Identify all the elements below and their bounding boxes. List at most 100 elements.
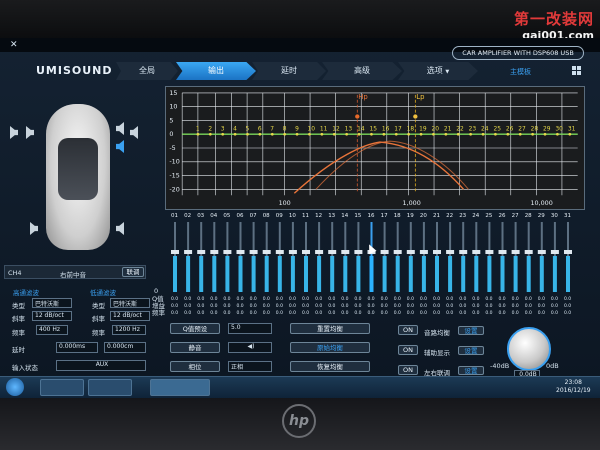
eq-point-handle[interactable] (258, 132, 262, 136)
master-volume-knob[interactable] (507, 327, 551, 371)
eq-point-handle[interactable] (357, 132, 361, 136)
eq-point-handle[interactable] (469, 132, 473, 136)
fader-knob[interactable] (524, 250, 533, 254)
fader-knob[interactable] (197, 250, 206, 254)
q-preset-input[interactable]: 5.0 (228, 323, 272, 334)
tab-global[interactable]: 全局 (116, 62, 178, 80)
grid-icon[interactable] (572, 66, 581, 75)
eq-point-handle[interactable] (432, 132, 435, 136)
eq-graph[interactable]: 151050-5-10-15-20 100 1,000 10,000 1234567… (165, 86, 585, 210)
lr-link-toggle[interactable]: ON (398, 365, 418, 375)
hp-slope-select[interactable]: 12 dB/oct (32, 311, 72, 321)
phase-select[interactable]: 正相 (228, 361, 272, 372)
fader-knob[interactable] (302, 250, 310, 254)
eq-point-handle[interactable] (518, 132, 522, 136)
eq-point-handle[interactable] (481, 132, 485, 136)
eq-point-handle[interactable] (394, 132, 398, 136)
lp-slope-select[interactable]: 12 dB/oct (110, 311, 150, 321)
delay-cm-input[interactable]: 0.000cm (104, 342, 146, 353)
fader-knob[interactable] (511, 250, 520, 254)
eq-link-toggle[interactable]: ON (398, 325, 418, 335)
fader-knob[interactable] (210, 250, 219, 254)
fader-knob[interactable] (275, 250, 284, 254)
lr-link-settings[interactable]: 设置 (458, 366, 484, 375)
restore-eq-button[interactable]: 恢复均衡 (290, 361, 370, 372)
taskbar-item[interactable] (88, 379, 132, 396)
fader-knob[interactable] (446, 250, 455, 254)
hp-freq-input[interactable]: 400 Hz (36, 325, 68, 335)
fader-knob[interactable] (472, 250, 481, 254)
mute-toggle[interactable]: ◀) (228, 342, 272, 353)
fader-knob[interactable] (354, 250, 363, 254)
eq-point-handle[interactable] (568, 132, 572, 136)
tab-delay[interactable]: 延时 (252, 62, 326, 80)
eq-point-handle[interactable] (444, 132, 448, 136)
aux-display-toggle[interactable]: ON (398, 345, 418, 355)
eq-point-handle[interactable] (506, 132, 510, 136)
fader-knob[interactable] (184, 250, 193, 254)
close-icon[interactable]: ✕ (10, 41, 19, 50)
lp-freq-input[interactable]: 1200 Hz (112, 325, 146, 335)
eq-point-handle[interactable] (196, 132, 200, 136)
delay-ms-input[interactable]: 0.000ms (56, 342, 98, 353)
start-button[interactable] (6, 378, 24, 396)
tab-output[interactable]: 输出 (176, 62, 256, 80)
fader-knob[interactable] (433, 250, 441, 254)
taskbar-item-active[interactable] (150, 379, 210, 396)
preset-link[interactable]: 主模板 (510, 67, 531, 77)
eq-point-handle[interactable] (543, 132, 547, 136)
fader-knob[interactable] (550, 250, 559, 254)
hp-type-select[interactable]: 巴特沃斯 (32, 298, 72, 308)
eq-point-handle[interactable] (382, 132, 386, 136)
eq-point-handle[interactable] (370, 132, 373, 136)
eq-point-handle[interactable] (308, 132, 311, 136)
lp-type-select[interactable]: 巴特沃斯 (110, 298, 150, 308)
eq-point-handle[interactable] (531, 132, 534, 136)
fader-knob[interactable] (341, 250, 350, 254)
fader-knob[interactable] (223, 250, 232, 254)
fader-knob[interactable] (315, 250, 324, 254)
fader-knob[interactable] (380, 250, 389, 254)
lp-marker-handle[interactable] (413, 114, 418, 119)
fader-knob[interactable] (262, 250, 271, 254)
fader-knob[interactable] (288, 250, 297, 254)
eq-point-handle[interactable] (246, 132, 249, 136)
eq-point-handle[interactable] (295, 132, 299, 136)
eq-point-handle[interactable] (556, 132, 559, 136)
eq-point-handle[interactable] (456, 132, 460, 136)
fader-knob[interactable] (537, 250, 546, 254)
taskbar-item[interactable] (40, 379, 84, 396)
eq-link-settings[interactable]: 设置 (458, 326, 484, 335)
fader-knob[interactable] (485, 250, 494, 254)
fader-knob[interactable] (236, 250, 245, 254)
eq-point-handle[interactable] (332, 132, 336, 136)
fader-knob[interactable] (459, 250, 468, 254)
fader-knob[interactable] (564, 250, 572, 254)
eq-point-handle[interactable] (407, 132, 411, 136)
fader-knob[interactable] (406, 250, 415, 254)
eq-point-handle[interactable] (320, 132, 324, 136)
eq-point-handle[interactable] (208, 132, 212, 136)
fader-knob[interactable] (328, 250, 337, 254)
eq-point-handle[interactable] (419, 132, 423, 136)
eq-point-handle[interactable] (270, 132, 274, 136)
eq-point-handle[interactable] (233, 132, 237, 136)
tab-options[interactable]: 选项 ▼ (398, 62, 478, 80)
link-button[interactable]: 联调 (122, 267, 144, 277)
hp-marker-handle[interactable] (355, 114, 360, 119)
aux-display-settings[interactable]: 设置 (458, 346, 484, 355)
reset-eq-button[interactable]: 重置均衡 (290, 323, 370, 334)
fader-knob[interactable] (249, 250, 258, 254)
fader-knob[interactable] (419, 250, 428, 254)
bypass-eq-button[interactable]: 原始均衡 (290, 342, 370, 353)
fader-knob[interactable] (171, 250, 179, 254)
eq-point-handle[interactable] (494, 132, 497, 136)
eq-fader-panel[interactable]: 01 02 03 04 05 06 07 08 09 10 11 12 13 14 15 16 17 18 19 20… (165, 210, 585, 318)
fader-knob[interactable] (393, 250, 402, 254)
eq-point-handle[interactable] (345, 132, 349, 136)
eq-point-handle[interactable] (221, 132, 225, 136)
input-status-value[interactable]: AUX (56, 360, 146, 371)
eq-point-handle[interactable] (283, 132, 287, 136)
fader-knob[interactable] (498, 250, 507, 254)
tab-advanced[interactable]: 高级 (322, 62, 402, 80)
